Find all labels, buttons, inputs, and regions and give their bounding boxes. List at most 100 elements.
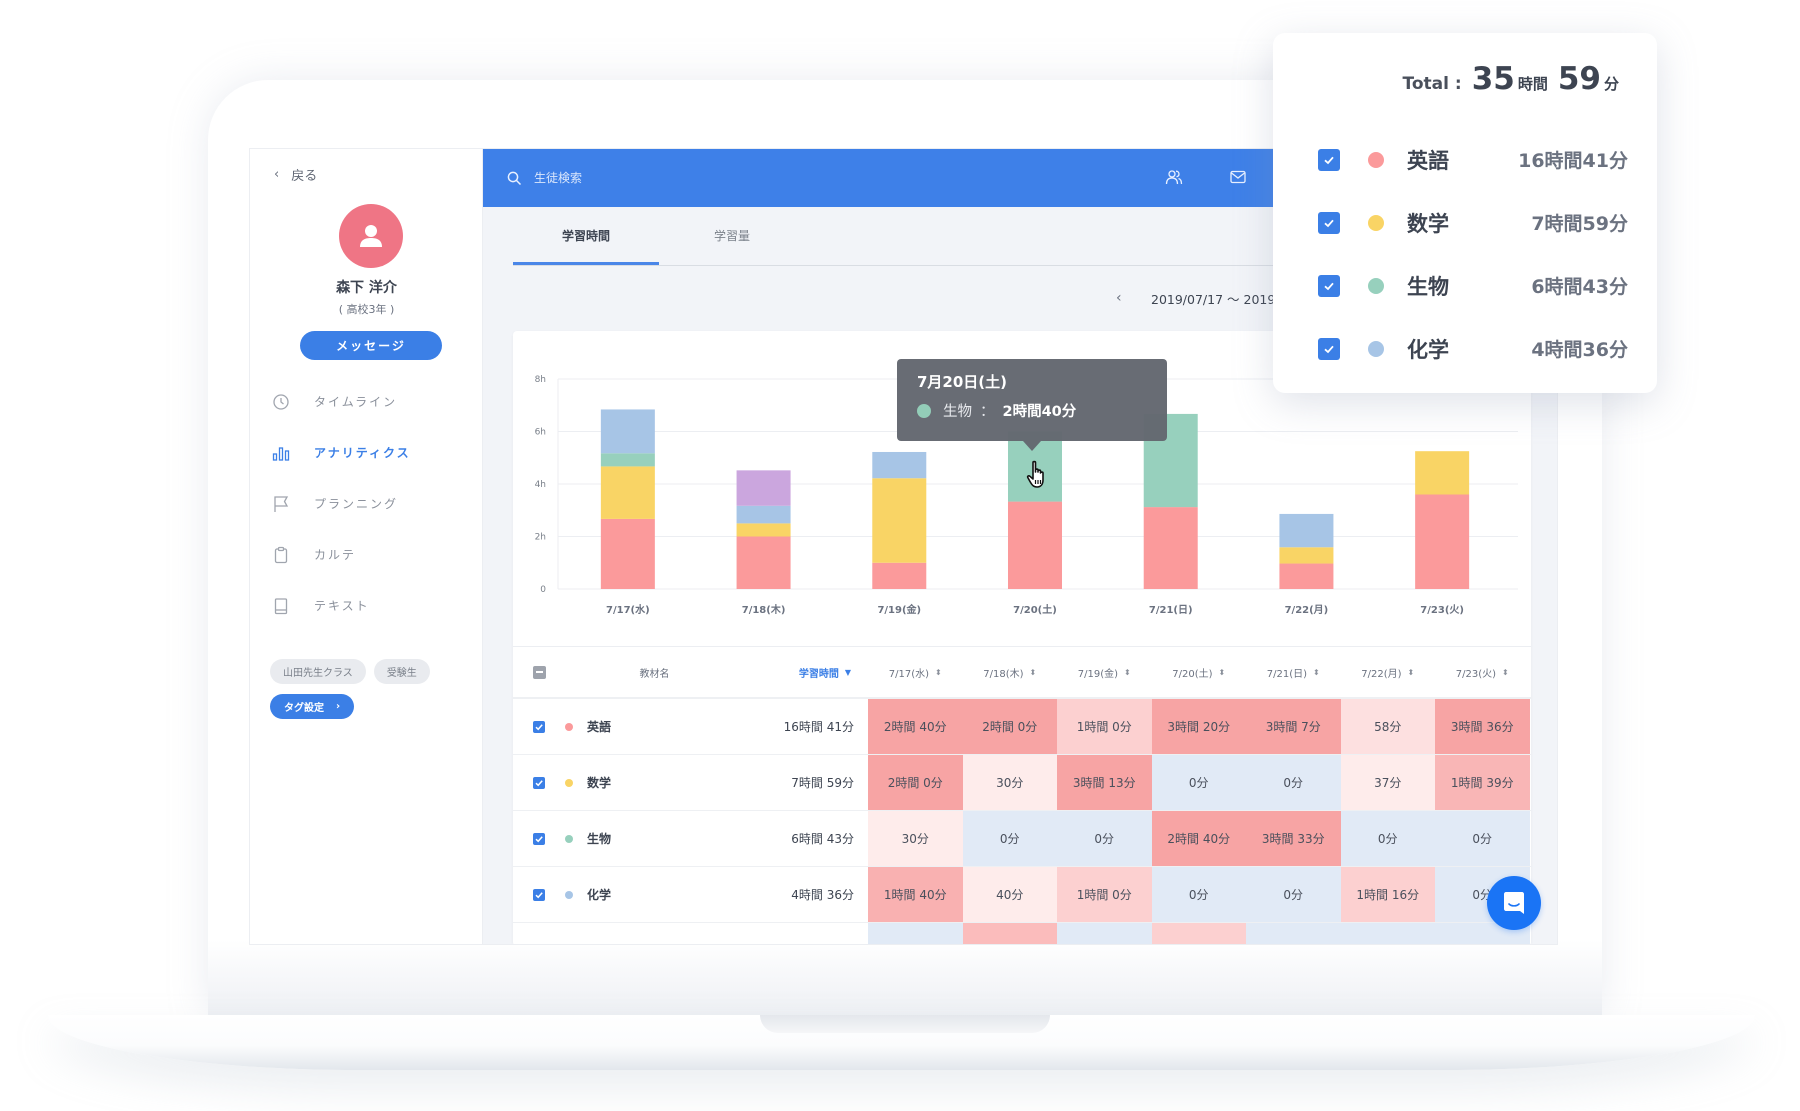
sidebar-item-text[interactable]: テキスト bbox=[270, 580, 470, 631]
heatmap-cell: 0分 bbox=[962, 811, 1057, 866]
tooltip-date: 7月20日(土) bbox=[917, 373, 1008, 391]
chevron-left-icon: ‹ bbox=[274, 167, 280, 182]
sidebar-item-label: タイムライン bbox=[314, 395, 398, 409]
users-icon[interactable] bbox=[1165, 168, 1183, 186]
search-box[interactable] bbox=[507, 171, 834, 186]
column-header-day[interactable]: 7/17(水) ⬍ bbox=[868, 665, 963, 680]
flag-icon bbox=[274, 495, 289, 512]
sidebar-item-label: プランニング bbox=[314, 497, 399, 511]
bar-segment[interactable] bbox=[600, 466, 655, 519]
sidebar-item-label: テキスト bbox=[314, 599, 370, 613]
sidebar-item-karte[interactable]: カルテ bbox=[270, 529, 470, 580]
column-header-day[interactable]: 7/22(月) ⬍ bbox=[1341, 665, 1436, 680]
column-header-day[interactable]: 7/23(火) ⬍ bbox=[1435, 665, 1530, 680]
heatmap-cell: 0分 bbox=[1151, 867, 1246, 922]
row-checkbox[interactable] bbox=[533, 832, 545, 845]
tag-settings-button[interactable]: タグ設定 › bbox=[270, 694, 355, 719]
column-header-day[interactable]: 7/20(土) ⬍ bbox=[1152, 665, 1247, 680]
tab-study-time[interactable]: 学習時間 bbox=[513, 207, 659, 265]
sidebar-item-planning[interactable]: プランニング bbox=[270, 478, 470, 529]
row-checkbox[interactable] bbox=[533, 720, 545, 733]
tag-area: 山田先生クラス 受験生 タグ設定 › bbox=[270, 659, 470, 719]
bar-segment[interactable] bbox=[872, 562, 927, 589]
legend-subject: 化学 bbox=[1407, 337, 1449, 362]
subject-total: 4時間 36分 bbox=[791, 888, 854, 902]
heatmap-cell: 3時間 20分 bbox=[1151, 699, 1246, 754]
bar-segment[interactable] bbox=[600, 453, 655, 467]
bar-segment[interactable] bbox=[872, 451, 927, 479]
subject-color-dot bbox=[565, 834, 573, 843]
column-header-total[interactable]: 学習時間 ▼ bbox=[752, 665, 868, 680]
tooltip-subject: 生物 bbox=[943, 404, 972, 420]
heatmap-cell: 40分 bbox=[962, 867, 1057, 922]
total-time: Total : 35 時間 59 分 bbox=[1403, 61, 1619, 97]
bar-segment[interactable] bbox=[736, 536, 791, 590]
total-label: Total : bbox=[1402, 74, 1462, 94]
bar-segment[interactable] bbox=[1008, 501, 1062, 589]
table-row-partial bbox=[513, 923, 1531, 944]
message-button[interactable]: メッセージ bbox=[300, 331, 442, 360]
bar-segment[interactable] bbox=[1415, 451, 1470, 495]
heatmap-cell: 1時間 0分 bbox=[1057, 867, 1152, 922]
bar-segment[interactable] bbox=[1279, 547, 1334, 564]
bar-segment[interactable] bbox=[600, 409, 655, 454]
y-tick-label: 4h bbox=[535, 480, 546, 490]
legend-color-dot bbox=[1368, 151, 1384, 168]
row-checkbox[interactable] bbox=[533, 776, 545, 789]
hand-cursor-icon bbox=[1026, 460, 1044, 488]
x-tick-label: 7/17(水) bbox=[606, 603, 650, 616]
heatmap-cell: 1時間 40分 bbox=[868, 867, 963, 922]
column-header-day[interactable]: 7/21(日) ⬍ bbox=[1246, 665, 1341, 680]
search-input[interactable] bbox=[534, 171, 834, 185]
sidebar-item-timeline[interactable]: タイムライン bbox=[270, 376, 470, 427]
column-header-day[interactable]: 7/19(金) ⬍ bbox=[1057, 665, 1152, 680]
select-all-checkbox[interactable] bbox=[532, 665, 546, 679]
tag-chip[interactable]: 山田先生クラス bbox=[270, 659, 366, 684]
heatmap-cell: 2時間 40分 bbox=[1151, 811, 1246, 866]
avatar bbox=[339, 204, 403, 268]
bar-segment[interactable] bbox=[736, 470, 791, 506]
clock-icon bbox=[273, 393, 289, 410]
sort-icon: ⬍ bbox=[1407, 667, 1415, 677]
back-link[interactable]: ‹ 戻る bbox=[274, 165, 317, 184]
total-hours: 35 bbox=[1471, 61, 1515, 97]
top-bar-icons bbox=[1165, 168, 1247, 186]
chat-icon bbox=[1504, 892, 1524, 914]
legend-checkbox[interactable] bbox=[1318, 337, 1340, 360]
subject-name: 数学 bbox=[587, 776, 612, 790]
sidebar-item-analytics[interactable]: アナリティクス bbox=[270, 427, 470, 478]
table-row: 数学 7時間 59分 2時間 0分 30分 3時間 13分 0分 0分 37分 1時間 39分 bbox=[513, 755, 1531, 811]
column-header-day[interactable]: 7/18(木) ⬍ bbox=[963, 665, 1058, 680]
bar-segment[interactable] bbox=[736, 523, 791, 537]
user-icon bbox=[360, 225, 382, 247]
heatmap-cell bbox=[1057, 923, 1152, 944]
sort-icon: ⬍ bbox=[1218, 667, 1226, 677]
legend-checkbox[interactable] bbox=[1318, 148, 1340, 171]
bar-segment[interactable] bbox=[872, 478, 927, 563]
previous-week-button[interactable]: ‹ bbox=[1116, 290, 1122, 306]
heatmap-cell: 0分 bbox=[1435, 811, 1530, 866]
subject-legend: 英語 16時間41分 数学 7時間59分 生物 6時間43分 化学 4時間36分 bbox=[1318, 128, 1628, 380]
bar-segment[interactable] bbox=[736, 505, 791, 524]
tag-chip[interactable]: 受験生 bbox=[373, 659, 430, 684]
x-tick-label: 7/20(土) bbox=[1013, 603, 1057, 616]
bar-segment[interactable] bbox=[600, 518, 655, 589]
bar-segment[interactable] bbox=[1279, 563, 1334, 589]
table-row: 英語 16時間 41分 2時間 40分 2時間 0分 1時間 0分 3時間 20分 3時間 … bbox=[513, 699, 1531, 755]
bar-segment[interactable] bbox=[1279, 513, 1334, 548]
minutes-unit: 分 bbox=[1603, 75, 1619, 93]
mail-icon[interactable] bbox=[1229, 168, 1247, 186]
tab-study-amount[interactable]: 学習量 bbox=[659, 207, 805, 265]
sort-icon: ⬍ bbox=[1029, 667, 1037, 677]
bar-segment[interactable] bbox=[1415, 494, 1470, 590]
bar-segment[interactable] bbox=[1143, 507, 1198, 589]
legend-checkbox[interactable] bbox=[1318, 211, 1340, 234]
chat-button[interactable] bbox=[1487, 876, 1541, 930]
legend-checkbox[interactable] bbox=[1318, 274, 1340, 297]
laptop-screen-bottom-fade bbox=[208, 940, 1602, 1015]
row-checkbox[interactable] bbox=[533, 888, 545, 901]
student-grade: ( 高校3年 ) bbox=[338, 303, 395, 316]
heatmap-cell: 58分 bbox=[1340, 699, 1435, 754]
heatmap-cell: 2時間 0分 bbox=[868, 755, 963, 810]
legend-value: 6時間43分 bbox=[1531, 276, 1628, 298]
